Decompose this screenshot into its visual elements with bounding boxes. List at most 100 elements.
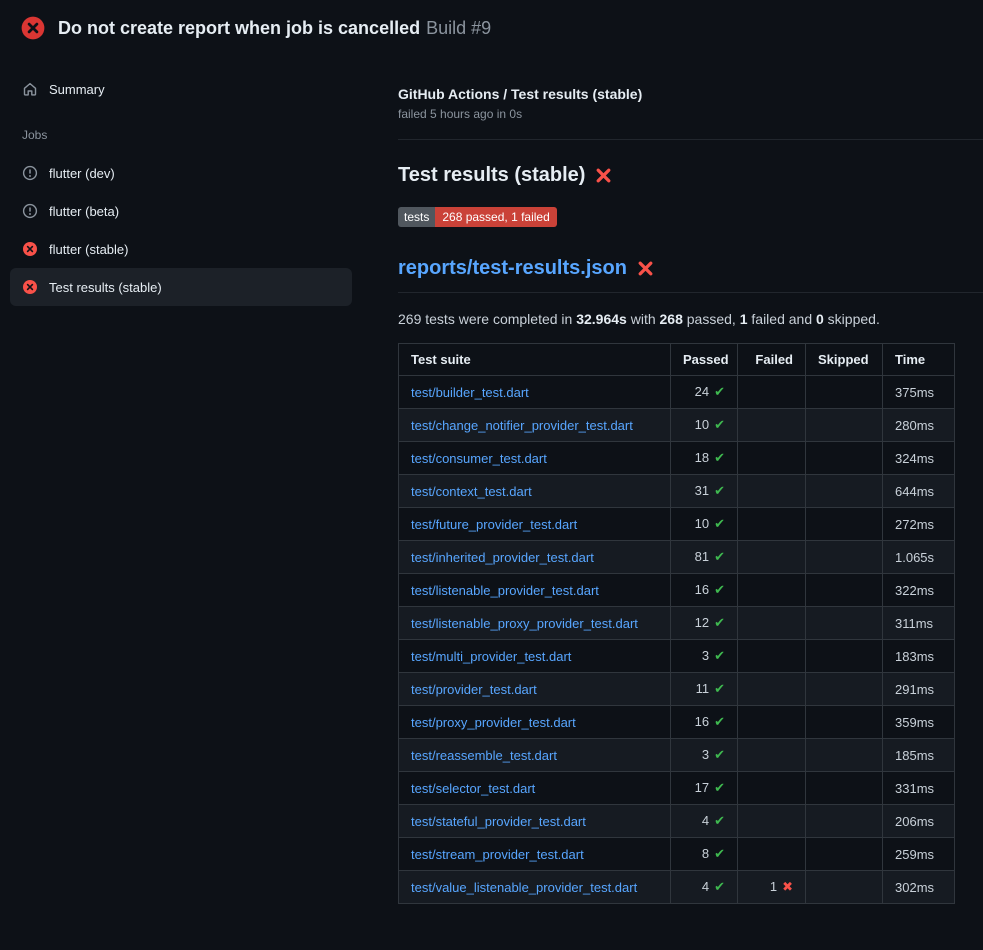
col-header-test-suite: Test suite	[399, 344, 671, 376]
skipped-cell	[806, 739, 883, 772]
passed-count: 12	[695, 615, 709, 630]
badge-value: 268 passed, 1 failed	[435, 207, 556, 227]
sidebar-item-summary[interactable]: Summary	[10, 70, 352, 108]
sidebar-item-test-results-stable[interactable]: Test results (stable)	[10, 268, 352, 306]
table-row: test/inherited_provider_test.dart 81✔ ✖ …	[399, 541, 955, 574]
summary-skipped: 0	[816, 311, 824, 327]
page-title: Do not create report when job is cancell…	[58, 18, 491, 39]
col-header-skipped: Skipped	[806, 344, 883, 376]
passed-count: 4	[702, 879, 709, 894]
table-row: test/reassemble_test.dart 3✔ ✖ 185ms	[399, 739, 955, 772]
suite-link[interactable]: test/listenable_proxy_provider_test.dart	[411, 616, 638, 631]
check-icon: ✔	[714, 781, 725, 796]
test-results-table: Test suite Passed Failed Skipped Time te…	[398, 343, 955, 904]
table-row: test/value_listenable_provider_test.dart…	[399, 871, 955, 904]
time-cell: 302ms	[883, 871, 955, 904]
section-title-text: Test results (stable)	[398, 164, 585, 187]
summary-duration: 32.964s	[576, 311, 627, 327]
skipped-cell	[806, 805, 883, 838]
table-row: test/stream_provider_test.dart 8✔ ✖ 259m…	[399, 838, 955, 871]
table-row: test/selector_test.dart 17✔ ✖ 331ms	[399, 772, 955, 805]
skipped-cell	[806, 376, 883, 409]
time-cell: 359ms	[883, 706, 955, 739]
passed-count: 11	[696, 681, 710, 696]
table-row: test/listenable_provider_test.dart 16✔ ✖…	[399, 574, 955, 607]
check-icon: ✔	[714, 682, 725, 697]
table-row: test/change_notifier_provider_test.dart …	[399, 409, 955, 442]
neutral-status-icon	[22, 165, 38, 181]
suite-link[interactable]: test/builder_test.dart	[411, 385, 529, 400]
table-row: test/builder_test.dart 24✔ ✖ 375ms	[399, 376, 955, 409]
suite-link[interactable]: test/change_notifier_provider_test.dart	[411, 418, 633, 433]
breadcrumb: GitHub Actions / Test results (stable)	[398, 86, 983, 102]
skipped-cell	[806, 640, 883, 673]
suite-link[interactable]: test/value_listenable_provider_test.dart	[411, 880, 637, 895]
check-icon: ✔	[714, 484, 725, 499]
page-header: Do not create report when job is cancell…	[0, 0, 983, 54]
table-row: test/consumer_test.dart 18✔ ✖ 324ms	[399, 442, 955, 475]
col-header-failed: Failed	[738, 344, 806, 376]
table-row: test/context_test.dart 31✔ ✖ 644ms	[399, 475, 955, 508]
suite-link[interactable]: test/stateful_provider_test.dart	[411, 814, 586, 829]
passed-count: 10	[695, 516, 709, 531]
check-icon: ✔	[714, 715, 725, 730]
passed-count: 16	[695, 582, 709, 597]
sidebar-item-label: flutter (dev)	[49, 166, 115, 181]
suite-link[interactable]: test/reassemble_test.dart	[411, 748, 557, 763]
report-link[interactable]: reports/test-results.json	[398, 257, 627, 280]
skipped-cell	[806, 772, 883, 805]
time-cell: 324ms	[883, 442, 955, 475]
table-row: test/future_provider_test.dart 10✔ ✖ 272…	[399, 508, 955, 541]
suite-link[interactable]: test/multi_provider_test.dart	[411, 649, 571, 664]
passed-count: 16	[695, 714, 709, 729]
check-icon: ✔	[714, 649, 725, 664]
suite-link[interactable]: test/listenable_provider_test.dart	[411, 583, 599, 598]
passed-count: 31	[695, 483, 709, 498]
suite-link[interactable]: test/stream_provider_test.dart	[411, 847, 584, 862]
skipped-cell	[806, 706, 883, 739]
passed-count: 17	[695, 780, 709, 795]
build-number: Build #9	[426, 18, 491, 38]
run-meta: failed 5 hours ago in 0s	[398, 107, 983, 121]
report-title: reports/test-results.json	[398, 257, 983, 293]
skipped-cell	[806, 871, 883, 904]
passed-count: 3	[702, 747, 709, 762]
suite-link[interactable]: test/context_test.dart	[411, 484, 532, 499]
passed-count: 24	[695, 384, 709, 399]
section-title: Test results (stable)	[398, 164, 983, 187]
sidebar-item-label: Summary	[49, 82, 105, 97]
check-icon: ✔	[714, 847, 725, 862]
suite-link[interactable]: test/provider_test.dart	[411, 682, 537, 697]
table-row: test/multi_provider_test.dart 3✔ ✖ 183ms	[399, 640, 955, 673]
sidebar-item-flutter-beta[interactable]: flutter (beta)	[10, 192, 352, 230]
divider	[398, 139, 983, 140]
summary-line: 269 tests were completed in 32.964s with…	[398, 311, 983, 327]
sidebar-item-flutter-stable[interactable]: flutter (stable)	[10, 230, 352, 268]
sidebar-item-label: flutter (stable)	[49, 242, 128, 257]
skipped-cell	[806, 574, 883, 607]
failed-status-icon	[22, 279, 38, 295]
sidebar-item-flutter-dev[interactable]: flutter (dev)	[10, 154, 352, 192]
failed-x-icon	[595, 167, 612, 184]
suite-link[interactable]: test/consumer_test.dart	[411, 451, 547, 466]
skipped-cell	[806, 607, 883, 640]
tests-badge: tests 268 passed, 1 failed	[398, 207, 557, 227]
skipped-cell	[806, 838, 883, 871]
skipped-cell	[806, 442, 883, 475]
time-cell: 183ms	[883, 640, 955, 673]
col-header-time: Time	[883, 344, 955, 376]
passed-count: 18	[695, 450, 709, 465]
suite-link[interactable]: test/proxy_provider_test.dart	[411, 715, 576, 730]
suite-link[interactable]: test/inherited_provider_test.dart	[411, 550, 594, 565]
check-icon: ✔	[714, 880, 725, 895]
summary-passed: 268	[660, 311, 683, 327]
passed-count: 4	[702, 813, 709, 828]
time-cell: 272ms	[883, 508, 955, 541]
time-cell: 644ms	[883, 475, 955, 508]
suite-link[interactable]: test/selector_test.dart	[411, 781, 535, 796]
run-title: Do not create report when job is cancell…	[58, 18, 420, 38]
badge-label: tests	[398, 207, 435, 227]
neutral-status-icon	[22, 203, 38, 219]
suite-link[interactable]: test/future_provider_test.dart	[411, 517, 577, 532]
check-icon: ✔	[714, 418, 725, 433]
